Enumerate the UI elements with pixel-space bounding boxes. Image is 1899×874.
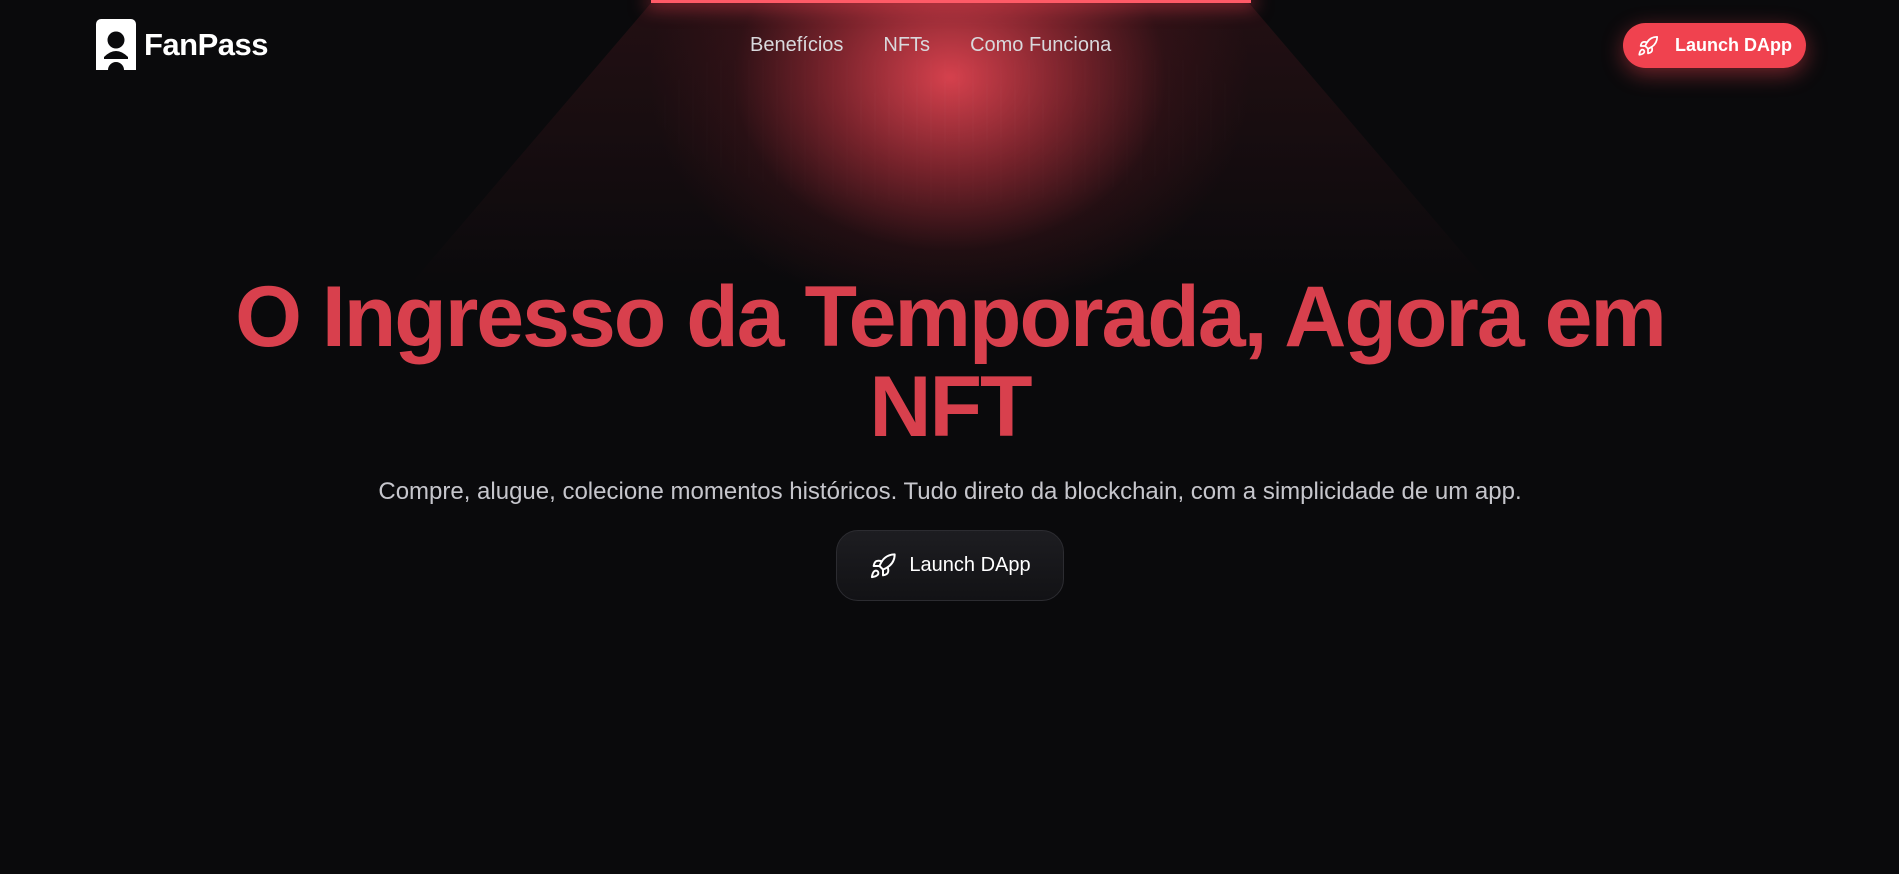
ticket-logo-icon: [96, 19, 136, 70]
header-cta-label: Launch DApp: [1675, 35, 1792, 55]
nav-link-nfts[interactable]: NFTs: [883, 32, 930, 58]
rocket-icon: [871, 552, 897, 578]
rocket-icon: [1638, 35, 1659, 56]
hero-title: O Ingresso da Temporada, Agora em NFT: [235, 269, 1667, 455]
nav-link-como-funciona[interactable]: Como Funciona: [970, 32, 1111, 58]
nav-link-beneficios[interactable]: Benefícios: [750, 32, 843, 58]
hero-subtitle: Compre, alugue, colecione momentos histó…: [378, 478, 1522, 505]
brand-logo-link[interactable]: FanPass: [96, 19, 269, 70]
hero-cta-label: Launch DApp: [909, 554, 1031, 576]
brand-name: FanPass: [144, 26, 269, 62]
site-header: FanPass Benefícios NFTs Como Funciona La…: [0, 0, 1899, 90]
main-nav: Benefícios NFTs Como Funciona: [750, 32, 1111, 58]
landing-page: FanPass Benefícios NFTs Como Funciona La…: [0, 0, 1899, 874]
hero-launch-dapp-button[interactable]: Launch DApp: [836, 530, 1064, 601]
header-launch-dapp-button[interactable]: Launch DApp: [1623, 23, 1806, 68]
